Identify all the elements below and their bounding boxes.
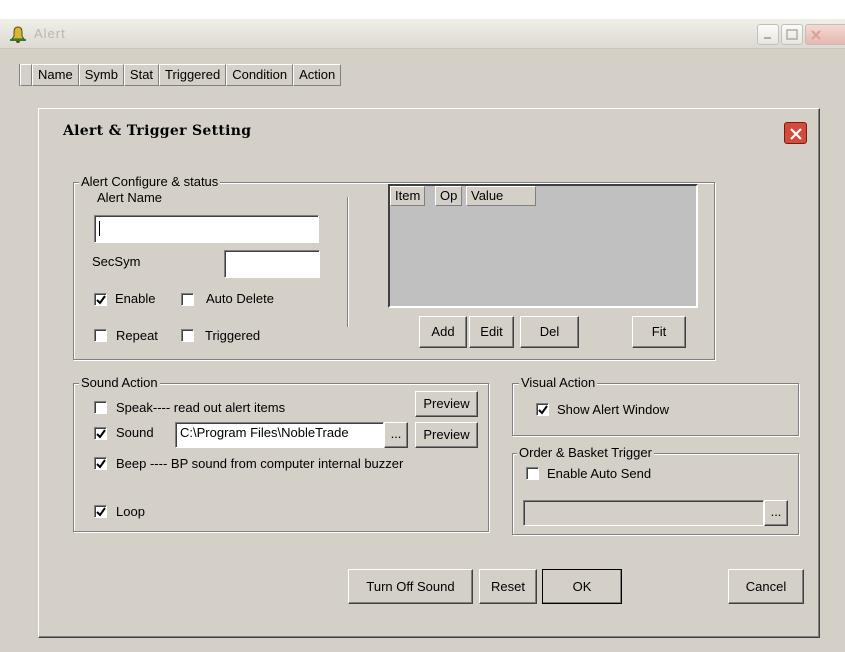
del-button[interactable]: Del — [520, 316, 579, 348]
alert-name-label: Alert Name — [97, 190, 163, 205]
column-header-blank — [20, 64, 32, 86]
speak-label: Speak---- read out alert items — [116, 400, 286, 415]
column-header-action[interactable]: Action — [293, 64, 342, 86]
close-icon — [790, 128, 802, 140]
repeat-checkbox[interactable] — [94, 329, 107, 342]
auto-send-label: Enable Auto Send — [547, 466, 652, 481]
reset-button[interactable]: Reset — [479, 569, 537, 604]
group-divider — [347, 197, 348, 327]
ok-button[interactable]: OK — [542, 569, 622, 604]
speak-preview-button[interactable]: Preview — [415, 391, 478, 417]
alert-config-legend: Alert Configure & status — [79, 174, 221, 189]
loop-label: Loop — [116, 504, 145, 519]
condition-list[interactable]: Item Op Value — [388, 184, 698, 308]
list-header-op[interactable]: Op — [435, 186, 463, 206]
show-alert-window-checkbox[interactable] — [536, 403, 549, 416]
checkmark-icon — [96, 429, 106, 439]
visual-action-legend: Visual Action — [519, 375, 598, 390]
sound-browse-button[interactable]: ... — [384, 422, 408, 448]
order-browse-button[interactable]: ... — [764, 500, 788, 526]
order-file-input[interactable] — [523, 500, 764, 526]
list-header-item[interactable]: Item — [390, 186, 426, 206]
close-button[interactable] — [805, 24, 845, 45]
maximize-icon — [786, 29, 798, 40]
sound-action-legend: Sound Action — [79, 375, 160, 390]
fit-button[interactable]: Fit — [632, 316, 686, 348]
cancel-button[interactable]: Cancel — [728, 569, 804, 604]
checkmark-icon — [96, 295, 106, 305]
turn-off-sound-button[interactable]: Turn Off Sound — [348, 569, 473, 604]
beep-checkbox[interactable] — [94, 457, 107, 470]
auto-delete-label: Auto Delete — [206, 291, 274, 306]
checkmark-icon — [96, 507, 106, 517]
speak-checkbox[interactable] — [94, 401, 107, 414]
minimize-icon — [764, 37, 771, 39]
minimize-button[interactable] — [757, 24, 779, 45]
dialog-title-bar[interactable]: Alert & Trigger Setting — [39, 109, 819, 153]
enable-label: Enable — [115, 291, 156, 306]
alert-name-input[interactable] — [94, 215, 319, 243]
order-basket-legend: Order & Basket Trigger — [517, 445, 654, 460]
sound-label: Sound — [116, 425, 154, 440]
sound-checkbox[interactable] — [94, 427, 107, 440]
window-title: Alert — [34, 26, 66, 41]
checkmark-icon — [96, 459, 106, 469]
edit-button[interactable]: Edit — [469, 316, 514, 348]
show-alert-window-label: Show Alert Window — [557, 402, 669, 417]
column-header-symb[interactable]: Symb — [78, 64, 124, 86]
auto-delete-checkbox[interactable] — [181, 293, 194, 306]
close-icon — [811, 30, 821, 40]
add-button[interactable]: Add — [419, 316, 467, 348]
dialog-title: Alert & Trigger Setting — [63, 123, 252, 139]
loop-checkbox[interactable] — [94, 505, 107, 518]
secsym-input[interactable] — [224, 250, 320, 278]
column-header-stat[interactable]: Stat — [123, 64, 160, 86]
bell-icon — [10, 26, 26, 43]
text-cursor — [99, 221, 100, 236]
column-header-triggered[interactable]: Triggered — [159, 64, 227, 86]
column-header-name[interactable]: Name — [32, 64, 79, 86]
triggered-checkbox[interactable] — [181, 329, 194, 342]
beep-label: Beep ---- BP sound from computer interna… — [116, 456, 404, 471]
column-header-condition[interactable]: Condition — [226, 64, 294, 86]
enable-checkbox[interactable] — [94, 293, 107, 306]
dialog-close-button[interactable] — [784, 122, 807, 144]
alert-trigger-dialog: Alert & Trigger Setting Alert Configure … — [38, 108, 820, 638]
maximize-button[interactable] — [781, 24, 803, 45]
alert-list-header: Name Symb Stat Triggered Condition Actio… — [19, 64, 342, 86]
secsym-label: SecSym — [92, 254, 141, 269]
triggered-label: Triggered — [205, 328, 261, 343]
window-title-bar[interactable]: Alert — [0, 19, 845, 49]
repeat-label: Repeat — [116, 328, 158, 343]
auto-send-checkbox[interactable] — [526, 467, 539, 480]
sound-file-input[interactable]: C:\Program Files\NobleTrade — [175, 422, 384, 448]
checkmark-icon — [538, 405, 548, 415]
sound-preview-button[interactable]: Preview — [415, 422, 478, 448]
list-header-value[interactable]: Value — [466, 186, 536, 206]
